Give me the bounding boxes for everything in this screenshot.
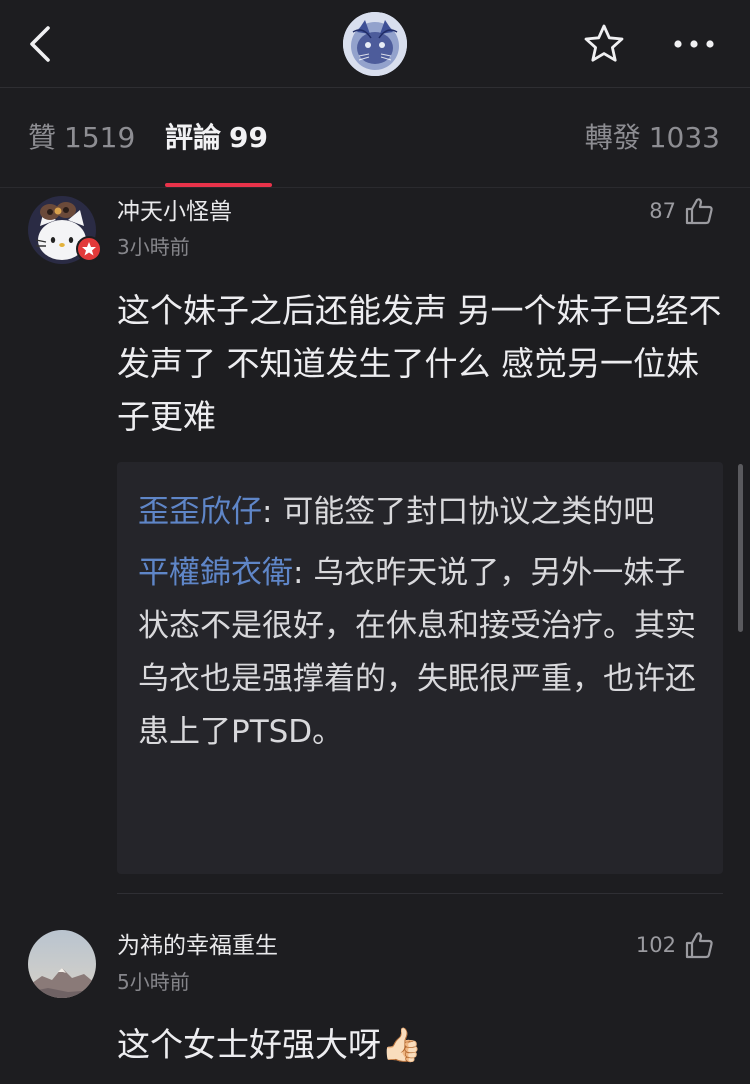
reply-author[interactable]: 平權錦衣衛 <box>138 555 293 591</box>
tab-likes-label: 贊 <box>28 121 57 154</box>
comment-text: 这个女士好强大呀👍🏻 <box>117 1018 727 1071</box>
favorite-button[interactable] <box>582 22 626 66</box>
thumbs-up-icon <box>685 932 713 959</box>
chevron-left-icon <box>30 26 50 62</box>
like-count: 87 <box>649 199 676 223</box>
tab-bar: 贊 1519 評論 99 轉發 1033 <box>0 88 750 188</box>
avatar[interactable] <box>28 930 96 998</box>
reply-text: 可能签了封口协议之类的吧 <box>282 494 655 530</box>
top-nav-bar <box>0 0 750 88</box>
more-button[interactable] <box>670 22 718 66</box>
like-count: 102 <box>635 933 676 957</box>
comment-author[interactable]: 冲天小怪兽 <box>117 197 232 227</box>
tab-reposts-label: 轉發 <box>584 121 641 154</box>
tab-likes-count: 1519 <box>64 121 136 154</box>
comment-text: 这个妹子之后还能发声 另一个妹子已经不发声了 不知道发生了什么 感觉另一位妹子更… <box>117 291 722 436</box>
cat-illustration-icon <box>343 12 407 76</box>
poster-avatar[interactable] <box>343 12 407 76</box>
reply-separator: : <box>262 494 283 530</box>
reply-item: 平權錦衣衛: 乌衣昨天说了，另外一妹子状态不是很好，在休息和接受治疗。其实乌衣也… <box>138 547 703 759</box>
reply-thread[interactable]: 歪歪欣仔: 可能签了封口协议之类的吧 平權錦衣衛: 乌衣昨天说了，另外一妹子状态… <box>117 462 723 874</box>
reply-separator: : <box>293 555 314 591</box>
reply-item: 歪歪欣仔: 可能签了封口协议之类的吧 <box>138 486 703 539</box>
active-tab-indicator <box>165 183 272 187</box>
comment-author[interactable]: 为祎的幸福重生 <box>117 931 278 961</box>
star-badge-icon <box>82 242 96 256</box>
star-outline-icon <box>584 24 624 62</box>
back-button[interactable] <box>22 22 62 66</box>
scrollbar[interactable] <box>738 464 743 632</box>
more-horizontal-icon <box>674 40 714 48</box>
tab-comments[interactable]: 評論 99 <box>165 120 268 156</box>
comment-timestamp: 3小時前 <box>117 235 190 259</box>
comment-divider <box>117 893 723 894</box>
mountain-avatar-icon <box>28 930 96 998</box>
thumbs-up-emoji-icon: 👍🏻 <box>381 1025 423 1064</box>
like-button[interactable]: 87 <box>649 197 714 225</box>
verified-badge <box>76 236 102 262</box>
comment-text-content: 这个女士好强大呀 <box>117 1025 381 1064</box>
comment-timestamp: 5小時前 <box>117 970 190 994</box>
like-button[interactable]: 102 <box>636 931 714 959</box>
tab-reposts[interactable]: 轉發 1033 <box>585 120 720 156</box>
thumbs-up-icon <box>685 198 713 225</box>
tab-comments-label: 評論 <box>165 121 222 154</box>
tab-comments-count: 99 <box>229 121 268 154</box>
weibo-comment-screen: 贊 1519 評論 99 轉發 1033 冲天小怪兽 3小時前 87 这个妹子之… <box>0 0 750 1084</box>
tab-reposts-count: 1033 <box>648 121 720 154</box>
reply-author[interactable]: 歪歪欣仔 <box>138 494 262 530</box>
tab-likes[interactable]: 贊 1519 <box>28 120 135 156</box>
